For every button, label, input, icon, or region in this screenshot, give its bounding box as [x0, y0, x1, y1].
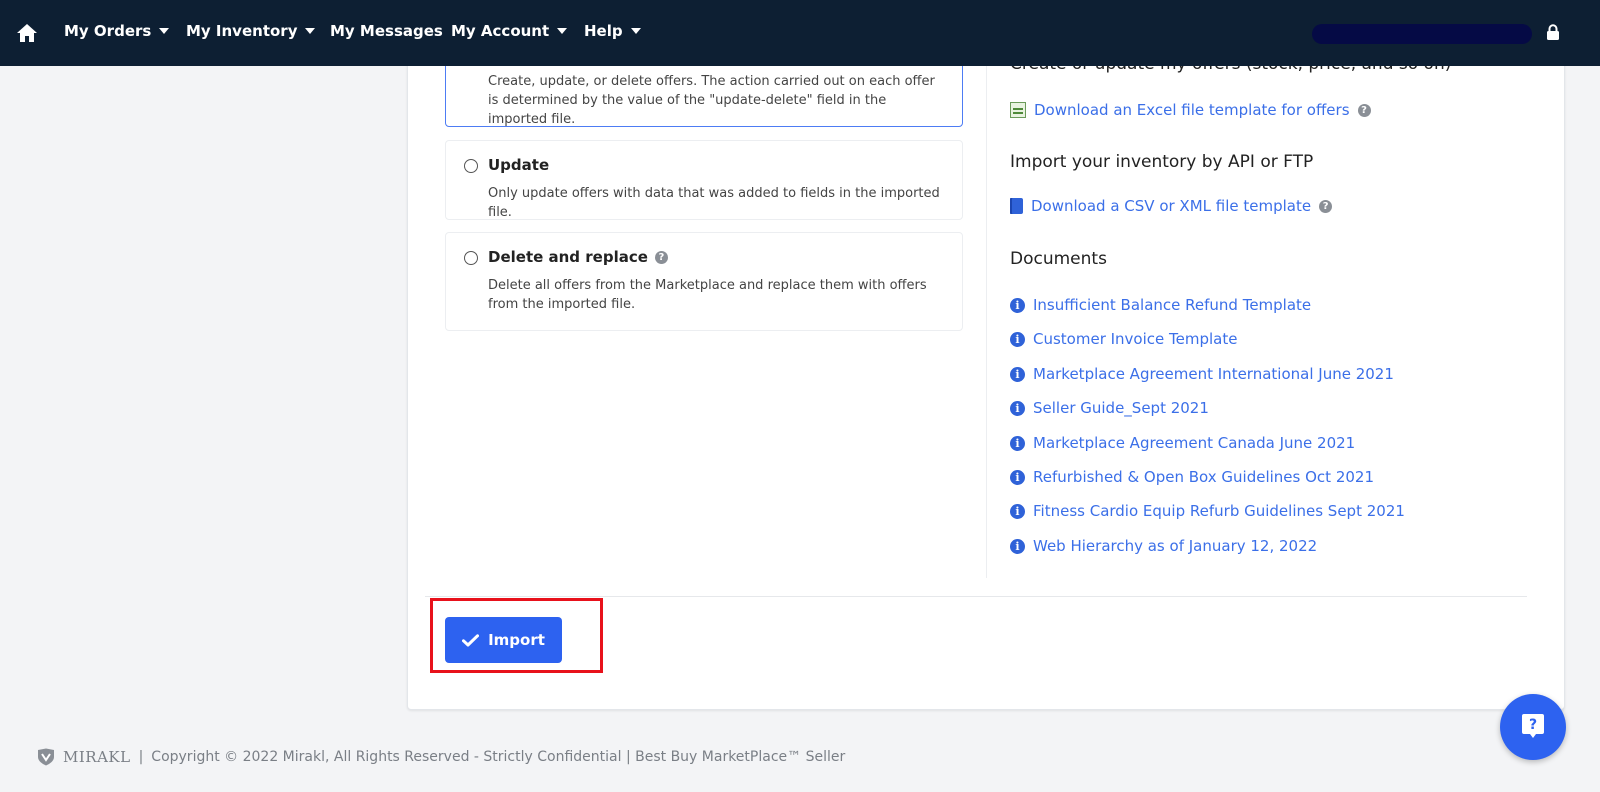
caret-down-icon — [159, 28, 170, 34]
document-link[interactable]: i Customer Invoice Template — [1010, 330, 1237, 348]
import-option-delete-replace[interactable]: Delete and replace ? Delete all offers f… — [445, 232, 963, 331]
document-link[interactable]: i Web Hierarchy as of January 12, 2022 — [1010, 537, 1317, 555]
option-title: Delete and replace — [488, 248, 648, 266]
document-link-label[interactable]: Web Hierarchy as of January 12, 2022 — [1033, 537, 1317, 555]
question-circle-icon[interactable]: ? — [1357, 103, 1371, 117]
document-link[interactable]: i Marketplace Agreement International Jun… — [1010, 365, 1394, 383]
document-link[interactable]: i Insufficient Balance Refund Template — [1010, 296, 1311, 314]
option-description: Only update offers with data that was ad… — [488, 186, 940, 220]
top-navigation-bar: My Orders My Inventory My Messages My Ac… — [0, 0, 1600, 66]
document-link-label[interactable]: Seller Guide_Sept 2021 — [1033, 399, 1209, 417]
import-option-update[interactable]: Update Only update offers with data that… — [445, 140, 963, 220]
caret-down-icon — [557, 28, 568, 34]
nav-label: Help — [584, 22, 623, 40]
info-circle-icon: i — [1010, 297, 1025, 313]
delete-replace-radio[interactable] — [464, 251, 478, 265]
nav-label: My Orders — [64, 22, 152, 40]
nav-help[interactable]: Help — [584, 22, 641, 40]
nav-label: My Account — [451, 22, 550, 40]
footer-divider — [425, 596, 1527, 597]
question-circle-icon[interactable]: ? — [654, 250, 668, 264]
excel-file-icon — [1010, 102, 1026, 118]
document-link[interactable]: i Seller Guide_Sept 2021 — [1010, 399, 1209, 417]
help-question-icon: ? — [1522, 714, 1544, 738]
nav-my-account[interactable]: My Account — [451, 22, 568, 40]
import-button-label: Import — [488, 631, 545, 649]
update-radio[interactable] — [464, 159, 478, 173]
option-description: Delete all offers from the Marketplace a… — [488, 278, 927, 312]
document-link-label[interactable]: Refurbished & Open Box Guidelines Oct 20… — [1033, 468, 1374, 486]
copyright-text: Copyright © 2022 Mirakl, All Rights Rese… — [151, 749, 846, 765]
page-footer: MIRAKL | Copyright © 2022 Mirakl, All Ri… — [37, 748, 845, 766]
question-circle-icon[interactable]: ? — [1319, 199, 1333, 213]
book-icon — [1010, 198, 1023, 214]
excel-template-link[interactable]: Download an Excel file template for offe… — [1010, 101, 1371, 119]
footer-separator: | — [138, 749, 144, 765]
info-circle-icon: i — [1010, 366, 1025, 382]
nav-my-messages[interactable]: My Messages — [330, 22, 443, 40]
column-divider — [986, 66, 987, 578]
info-circle-icon: i — [1010, 400, 1025, 416]
info-circle-icon: i — [1010, 331, 1025, 347]
caret-down-icon — [630, 28, 641, 34]
nav-my-orders[interactable]: My Orders — [64, 22, 170, 40]
info-circle-icon: i — [1010, 435, 1025, 451]
document-link-label[interactable]: Customer Invoice Template — [1033, 330, 1237, 348]
document-link[interactable]: i Marketplace Agreement Canada June 2021 — [1010, 434, 1355, 452]
nav-my-inventory[interactable]: My Inventory — [186, 22, 316, 40]
option-description: Create, update, or delete offers. The ac… — [488, 74, 935, 127]
document-link-label[interactable]: Marketplace Agreement International June… — [1033, 365, 1394, 383]
excel-template-label[interactable]: Download an Excel file template for offe… — [1034, 101, 1350, 119]
nav-label: My Inventory — [186, 22, 298, 40]
check-icon — [462, 633, 480, 646]
csv-xml-template-label[interactable]: Download a CSV or XML file template — [1031, 197, 1311, 215]
info-circle-icon: i — [1010, 503, 1025, 519]
caret-down-icon — [305, 28, 316, 34]
import-button[interactable]: Import — [445, 617, 562, 663]
info-circle-icon: i — [1010, 469, 1025, 485]
user-account-redacted[interactable] — [1312, 24, 1532, 44]
document-link-label[interactable]: Fitness Cardio Equip Refurb Guidelines S… — [1033, 502, 1405, 520]
document-link[interactable]: i Fitness Cardio Equip Refurb Guidelines … — [1010, 502, 1405, 520]
home-icon[interactable] — [16, 23, 38, 43]
help-chat-button[interactable]: ? — [1500, 694, 1566, 760]
nav-label: My Messages — [330, 22, 443, 40]
option-title: Update — [488, 156, 550, 174]
api-ftp-heading: Import your inventory by API or FTP — [1010, 152, 1314, 172]
info-circle-icon: i — [1010, 538, 1025, 554]
lock-icon[interactable] — [1546, 24, 1560, 41]
mirakl-logo-text: MIRAKL — [63, 748, 131, 766]
document-link-label[interactable]: Marketplace Agreement Canada June 2021 — [1033, 434, 1355, 452]
documents-heading: Documents — [1010, 249, 1107, 269]
document-link[interactable]: i Refurbished & Open Box Guidelines Oct 2… — [1010, 468, 1374, 486]
document-link-label[interactable]: Insufficient Balance Refund Template — [1033, 296, 1311, 314]
svg-text:?: ? — [1529, 717, 1537, 733]
csv-xml-template-link[interactable]: Download a CSV or XML file template ? — [1010, 197, 1333, 215]
mirakl-shield-icon — [38, 748, 54, 766]
